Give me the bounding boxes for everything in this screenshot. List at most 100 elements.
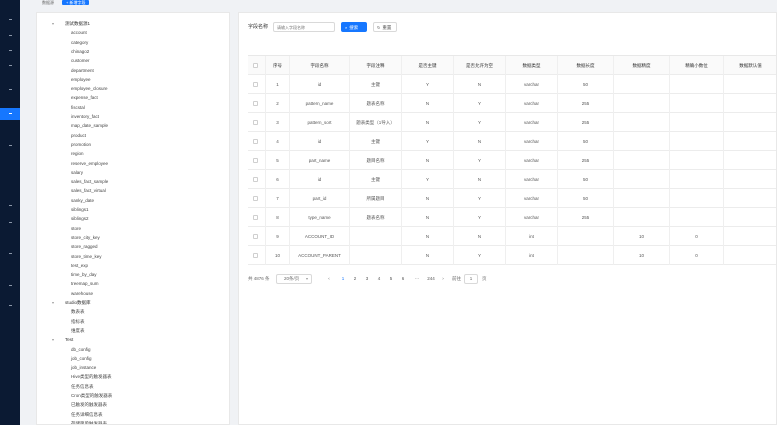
tree-item[interactable]: sales_fact_sample [71, 177, 108, 186]
table-row[interactable]: 7 part_id 所属题目 N Yvarchar 50 [248, 189, 776, 208]
tree-item[interactable]: 指标表 [71, 317, 85, 326]
sidebar-nav-item[interactable] [0, 60, 20, 72]
sidebar-nav-item[interactable] [0, 300, 20, 312]
field-name-search-input[interactable] [273, 22, 335, 32]
table-row[interactable]: 4 id 主键 Y Nvarchar 50 [248, 132, 776, 151]
row-checkbox[interactable] [253, 101, 258, 106]
sidebar-nav-item[interactable] [0, 280, 20, 292]
tree-item[interactable]: expense_fact [71, 93, 98, 102]
sidebar-nav-item[interactable] [0, 217, 20, 229]
page-ellipsis[interactable]: ··· [412, 273, 422, 285]
sidebar-nav-item[interactable] [0, 108, 20, 120]
row-checkbox[interactable] [253, 82, 258, 87]
tree-item[interactable]: Hive类型的触发器表 [71, 372, 112, 381]
cell-decimal-places [670, 189, 724, 208]
search-button[interactable]: ⌕ 搜索 [341, 22, 367, 32]
sidebar-nav-item[interactable] [0, 140, 20, 152]
page-number-button[interactable]: 1 [338, 273, 348, 285]
tree-item[interactable]: siblings1 [71, 205, 89, 214]
table-row[interactable]: 9 ACCOUNT_ID N Nint 10 0 [248, 227, 776, 246]
page-number-button[interactable]: 4 [374, 273, 384, 285]
tree-item[interactable]: 已触发的触发器表 [71, 400, 107, 409]
tree-item[interactable]: employee_closure [71, 84, 108, 93]
tree-item[interactable]: inventory_fact [71, 112, 99, 121]
tree-item[interactable]: job_config [71, 354, 92, 363]
sidebar-nav-item[interactable] [0, 248, 20, 260]
tree-item[interactable]: warehouse [71, 289, 93, 298]
tree-item[interactable]: fiscstal [71, 103, 85, 112]
table-row[interactable]: 8 type_name 题表名称 N Yvarchar 255 [248, 208, 776, 227]
tree-item[interactable]: salary [71, 168, 83, 177]
tree-item[interactable]: store [71, 224, 81, 233]
tree-item[interactable]: treemap_sum [71, 279, 99, 288]
jump-page-input[interactable]: 1 [464, 274, 478, 284]
tree-item[interactable]: 数表表 [71, 307, 85, 316]
top-tab-datasource[interactable]: 数据源 [42, 0, 54, 5]
cell-data-precision [614, 94, 670, 113]
tree-item[interactable]: 维度表 [71, 326, 85, 335]
tree-item[interactable]: 任务信息表 [71, 382, 94, 391]
tree-item[interactable]: store_time_key [71, 252, 102, 261]
chevron-down-icon[interactable]: ▾ [52, 19, 54, 28]
chevron-down-icon[interactable]: ▾ [52, 335, 54, 344]
page-number-button[interactable]: 5 [386, 273, 396, 285]
tree-group[interactable]: ▾ studio数据库 [37, 298, 227, 307]
table-row[interactable]: 2 pattern_name 题表名称 N Yvarchar 255 [248, 94, 776, 113]
tree-item[interactable]: store_city_key [71, 233, 100, 242]
tree-group[interactable]: ▾ Test [37, 335, 227, 344]
tree-item[interactable]: job_instance [71, 363, 96, 372]
tree-item[interactable]: sanky_date [71, 196, 94, 205]
tree-item[interactable]: map_date_sample [71, 121, 108, 130]
tree-item[interactable]: employee [71, 75, 91, 84]
top-add-field-button[interactable]: + 新增字段 [62, 0, 90, 5]
page-number-button[interactable]: 6 [398, 273, 408, 285]
tree-group[interactable]: ▾ 测试数据源1 [37, 19, 227, 28]
tree-item[interactable]: chinago2 [71, 47, 89, 56]
prev-page-button[interactable]: ‹ [324, 273, 334, 285]
sidebar-nav-item[interactable] [0, 14, 20, 26]
reset-button[interactable]: ↻ 重置 [373, 22, 397, 32]
select-all-checkbox[interactable] [253, 63, 258, 68]
tree-item[interactable]: 存储简单触发器表 [71, 419, 107, 424]
tree-item[interactable]: Cron类型的触发器表 [71, 391, 112, 400]
sidebar-nav-item[interactable] [0, 45, 20, 57]
tree-item[interactable]: time_by_day [71, 270, 97, 279]
tree-item[interactable]: product [71, 131, 86, 140]
cell-field-comment: 题表名称 [350, 94, 402, 113]
tree-item[interactable]: siblings2 [71, 214, 89, 223]
row-checkbox[interactable] [253, 177, 258, 182]
sidebar-nav-item[interactable] [0, 30, 20, 42]
tree-item[interactable]: account [71, 28, 87, 37]
tree-item[interactable]: department [71, 66, 94, 75]
tree-item[interactable]: store_ragged [71, 242, 98, 251]
row-checkbox[interactable] [253, 253, 258, 258]
tree-item[interactable]: region [71, 149, 84, 158]
tree-item[interactable]: db_config [71, 345, 91, 354]
table-row[interactable]: 10 ACCOUNT_PARENT N Yint 10 0 [248, 246, 776, 265]
table-row[interactable]: 5 part_name 题目名称 N Yvarchar 255 [248, 151, 776, 170]
tree-item[interactable]: reserve_employee [71, 159, 108, 168]
tree-item[interactable]: sales_fact_virtual [71, 186, 106, 195]
chevron-down-icon[interactable]: ▾ [52, 298, 54, 307]
page-size-select[interactable]: 20条/页 ▾ [276, 274, 312, 284]
row-checkbox[interactable] [253, 215, 258, 220]
row-checkbox[interactable] [253, 234, 258, 239]
row-checkbox[interactable] [253, 139, 258, 144]
row-checkbox[interactable] [253, 158, 258, 163]
tree-item[interactable]: customer [71, 56, 90, 65]
tree-item[interactable]: promotion [71, 140, 91, 149]
tree-item[interactable]: category [71, 38, 88, 47]
page-number-button[interactable]: 244 [426, 273, 436, 285]
row-checkbox[interactable] [253, 120, 258, 125]
sidebar-nav-item[interactable] [0, 84, 20, 96]
next-page-button[interactable]: › [438, 273, 448, 285]
table-row[interactable]: 3 pattern_sort 题表类型（1导入） N Yvarchar 255 [248, 113, 776, 132]
table-row[interactable]: 6 id 主键 Y Nvarchar 50 [248, 170, 776, 189]
page-number-button[interactable]: 3 [362, 273, 372, 285]
row-checkbox[interactable] [253, 196, 258, 201]
tree-item[interactable]: test_exp [71, 261, 88, 270]
tree-item[interactable]: 任务详细信息表 [71, 410, 103, 419]
table-row[interactable]: 1 id 主键 Y Nvarchar 50 [248, 75, 776, 94]
page-number-button[interactable]: 2 [350, 273, 360, 285]
sidebar-nav-item[interactable] [0, 200, 20, 212]
